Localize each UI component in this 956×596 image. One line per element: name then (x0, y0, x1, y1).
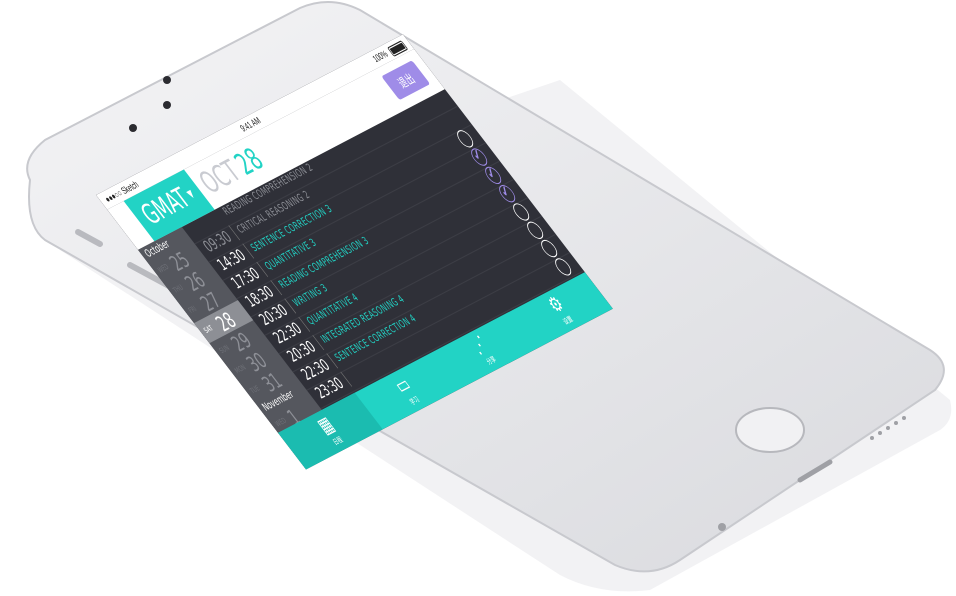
screen-wrap: ●●●○○ Sketch 9:41 AM 100% GMAT▼ OCT28 退出… (96, 30, 896, 510)
date-weekday: FRI (186, 304, 199, 315)
date-weekday: THU (171, 283, 186, 295)
date-weekday: TUE (248, 384, 262, 396)
date-weekday: MON (232, 363, 248, 376)
date-number: 4 (328, 465, 352, 470)
tab-label: 设置 (561, 314, 575, 327)
tab-label: 学习 (408, 395, 422, 407)
tab-label: 分享 (484, 355, 499, 367)
date-weekday: WED (273, 416, 289, 429)
tab-label: 日程 (331, 435, 345, 447)
date-weekday: WED (155, 262, 171, 275)
empty-circle-icon[interactable] (551, 256, 575, 278)
app-screen: ●●●○○ Sketch 9:41 AM 100% GMAT▼ OCT28 退出… (96, 34, 613, 470)
date-weekday: SUN (217, 343, 232, 356)
date-weekday: SAT (202, 324, 215, 336)
